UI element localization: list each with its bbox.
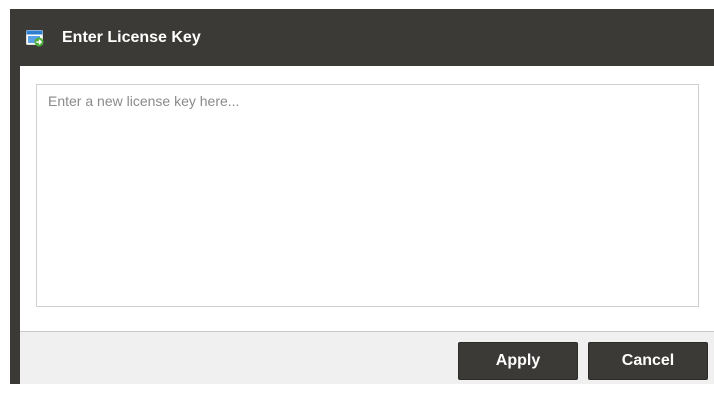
license-key-field-wrapper <box>36 84 699 307</box>
dialog-body <box>20 66 714 331</box>
cancel-button[interactable]: Cancel <box>588 342 708 380</box>
dialog-titlebar[interactable]: Enter License Key <box>10 9 714 66</box>
license-key-dialog: Enter License Key Apply Cancel <box>10 9 714 384</box>
license-window-icon <box>26 29 44 47</box>
dialog-footer: Apply Cancel <box>20 331 714 384</box>
license-key-input[interactable] <box>37 85 698 306</box>
apply-button[interactable]: Apply <box>458 342 578 380</box>
dialog-title: Enter License Key <box>62 29 201 46</box>
page: Enter License Key Apply Cancel <box>0 0 714 394</box>
